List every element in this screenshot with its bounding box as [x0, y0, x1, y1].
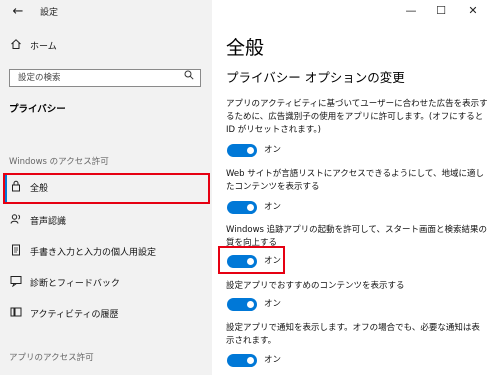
- sidebar-item-label: 診断とフィードバック: [30, 279, 120, 289]
- window-title: 設定: [40, 8, 59, 18]
- toggle-knob: [247, 301, 254, 308]
- sidebar-item-speech[interactable]: 音声認識: [0, 208, 212, 236]
- toggle-knob: [247, 147, 254, 154]
- sidebar-item-inking[interactable]: 手書き入力と入力の個人用設定: [0, 239, 212, 267]
- maximize-button[interactable]: ☐: [426, 0, 456, 22]
- general-highlight-box: [3, 173, 210, 204]
- settings-window: ホーム 設定の検索 プライバシー Windows のアクセス許可 全般 音声認識: [0, 0, 500, 375]
- pen-icon: [9, 239, 23, 267]
- option-description: Web サイトが言語リストにアクセスできるようにして、地域に適したコンテンツを表…: [226, 169, 484, 192]
- sidebar-item-label: 音声認識: [30, 217, 67, 227]
- toggle-knob: [247, 204, 254, 211]
- home-label: ホーム: [30, 42, 57, 52]
- sidebar-item-diagnostics[interactable]: 診断とフィードバック: [0, 270, 212, 298]
- language-list-toggle[interactable]: [227, 201, 257, 214]
- suggested-content-toggle[interactable]: [227, 298, 257, 311]
- toggle-state-label: オン: [264, 202, 282, 212]
- windows-permissions-heading: Windows のアクセス許可: [9, 157, 109, 167]
- ad-id-toggle[interactable]: [227, 144, 257, 157]
- toggle-highlight-box: [218, 246, 285, 274]
- minimize-button[interactable]: —: [396, 0, 426, 22]
- page-subtitle: プライバシー オプションの変更: [226, 70, 405, 85]
- home-nav-item[interactable]: ホーム: [0, 33, 212, 61]
- toggle-state-label: オン: [264, 145, 282, 155]
- home-icon: [9, 33, 23, 61]
- toggle-knob: [247, 357, 254, 364]
- sidebar-item-label: 手書き入力と入力の個人用設定: [30, 248, 157, 258]
- toggle-state-label: オン: [264, 355, 282, 365]
- option-description: アプリのアクティビティに基づいてユーザーに合わせた広告を表示するために、広告識別…: [226, 99, 488, 135]
- sidebar-item-activity-history[interactable]: アクティビティの履歴: [0, 301, 212, 329]
- sidebar-item-label: アクティビティの履歴: [30, 310, 119, 320]
- privacy-heading: プライバシー: [9, 104, 66, 115]
- feedback-icon: [9, 270, 23, 298]
- search-icon: [184, 70, 194, 86]
- option-description: 設定アプリで通知を表示します。オフの場合でも、必要な通知は表示されます。: [226, 323, 480, 346]
- close-button[interactable]: ✕: [458, 0, 488, 22]
- option-description: 設定アプリでおすすめのコンテンツを表示する: [226, 281, 405, 291]
- app-permissions-heading: アプリのアクセス許可: [9, 353, 94, 363]
- speech-icon: [9, 208, 23, 236]
- search-placeholder: 設定の検索: [18, 73, 61, 83]
- page-title: 全般: [226, 37, 265, 59]
- notifications-toggle[interactable]: [227, 354, 257, 367]
- back-arrow-icon[interactable]: ←: [8, 2, 28, 22]
- title-bar: ← 設定 — ☐ ✕: [0, 0, 500, 24]
- history-icon: [9, 301, 23, 329]
- toggle-state-label: オン: [264, 299, 282, 309]
- settings-search-box[interactable]: 設定の検索: [9, 69, 201, 87]
